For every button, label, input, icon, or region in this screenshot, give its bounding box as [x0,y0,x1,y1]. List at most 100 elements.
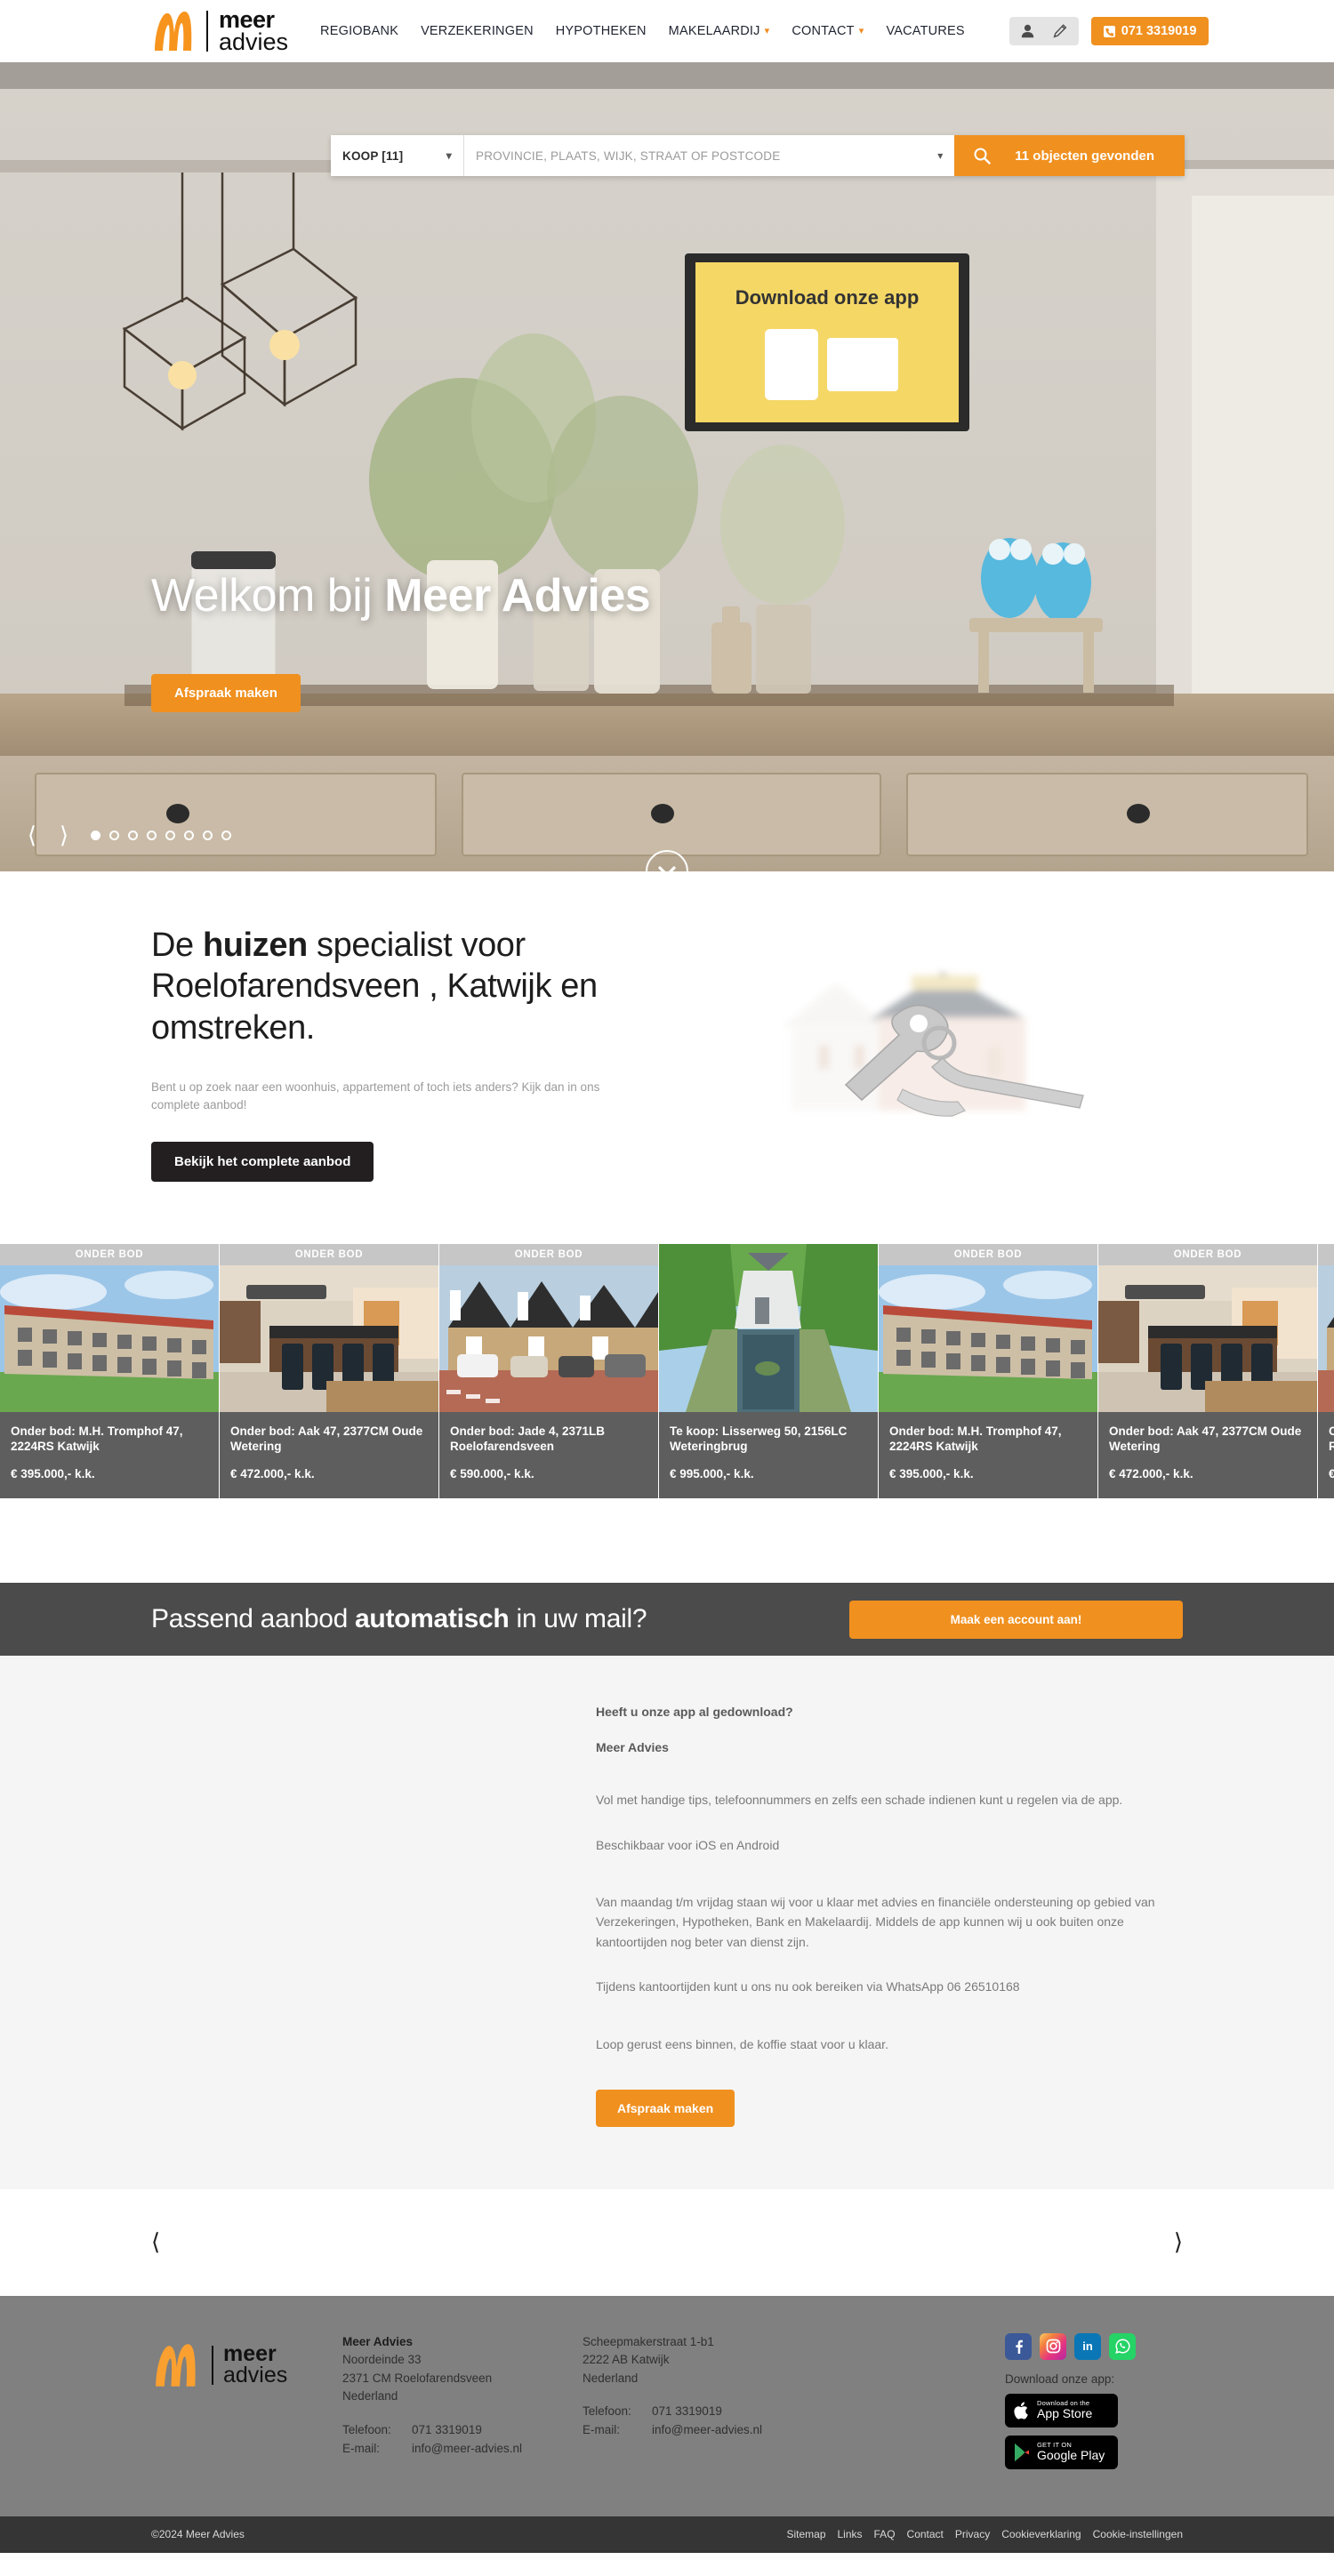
property-card[interactable]: ONDER BOD [220,1243,438,1499]
footer-social-downloads: in Download onze app: Download on the Ap… [1005,2332,1183,2477]
search-location-field[interactable]: ▾ [464,135,955,176]
logo-sub: advies [219,28,289,55]
office-phone-label: Telefoon: [583,2404,631,2419]
footer-bottom-bar: ©2024 Meer Advies Sitemap Links FAQ Cont… [0,2516,1334,2553]
property-price: € 472.000,- k.k. [230,1467,315,1481]
office-phone[interactable]: 071 3319019 [652,2403,722,2421]
cta-text-post: in uw mail? [509,1604,647,1634]
newsletter-cta-banner: Passend aanbod automatisch in uw mail? M… [0,1583,1334,1657]
nav-item-hypotheken[interactable]: HYPOTHEKEN [556,24,647,38]
property-card[interactable]: ONDER BOD [1098,1243,1317,1499]
property-card[interactable]: ONDER BOD [0,1243,219,1499]
hero-dot-6[interactable] [184,831,194,840]
office-email-label: E-mail: [342,2441,381,2455]
property-card[interactable]: Te koop: Lisserweg 50, 2156LC Weteringbr… [659,1243,878,1499]
office-email[interactable]: info@meer-advies.nl [652,2421,762,2440]
account-button[interactable] [1012,17,1044,45]
specialist-copy: De huizen specialist voor Roelofarendsve… [151,925,649,1182]
nav-item-vacatures[interactable]: VACATURES [886,24,964,38]
partners-prev-button[interactable]: ⟨ [151,2228,160,2256]
hero-dot-3[interactable] [128,831,138,840]
status-badge: ONDER BOD [220,1243,438,1265]
hero-title-bold: Meer Advies [384,570,651,622]
whatsapp-icon[interactable] [1109,2332,1136,2360]
google-play-button[interactable]: GET IT ON Google Play [1005,2435,1118,2469]
hero-dot-5[interactable] [165,831,175,840]
hero-dot-7[interactable] [203,831,213,840]
office-street: Noordeinde 33 [342,2353,422,2367]
hero-appointment-button[interactable]: Afspraak maken [151,674,301,712]
nav-item-regiobank[interactable]: REGIOBANK [320,24,398,38]
nav-label: MAKELAARDIJ [668,24,760,38]
house-keys-photo [765,938,1183,1125]
hero-dot-2[interactable] [109,831,119,840]
hero-carousel-controls: ⟨ ⟩ [16,822,231,849]
phone-icon [1103,25,1115,37]
nav-item-verzekeringen[interactable]: VERZEKERINGEN [421,24,534,38]
hero-prev-button[interactable]: ⟨ [16,822,48,849]
footer-link-cookie-instellingen[interactable]: Cookie-instellingen [1093,2528,1183,2540]
property-price: € 590.000,- k.k. [450,1467,534,1481]
status-badge: ONDER BOD [879,1243,1097,1265]
linkedin-icon[interactable]: in [1074,2332,1101,2360]
footer-link-faq[interactable]: FAQ [874,2528,896,2540]
search-type-select[interactable]: KOOP [11] ▾ [331,135,464,176]
property-info: Te koop: Lisserweg 50, 2156LC Weteringbr… [659,1411,878,1499]
instagram-icon[interactable] [1040,2332,1066,2360]
specialist-subtitle: Bent u op zoek naar een woonhuis, appart… [151,1080,600,1112]
site-footer: meer advies Meer Advies Noordeinde 33 23… [0,2295,1334,2516]
footer-link-sitemap[interactable]: Sitemap [786,2528,825,2540]
property-price: € 472.000,- k.k. [1109,1467,1193,1481]
page-root: meer advies REGIOBANK VERZEKERINGEN HYPO… [0,0,1334,2553]
property-photo [439,1264,658,1412]
property-title: Onder bod: Jade 4, 2371LB Roelofarendsve… [450,1424,606,1454]
search-submit-button[interactable]: 11 objecten gevonden [954,135,1185,176]
phone-button[interactable]: 071 3319019 [1090,17,1209,45]
app-appointment-button[interactable]: Afspraak maken [596,2089,735,2127]
specialist-title: De huizen specialist voor Roelofarendsve… [151,925,649,1048]
property-title: Onder bod: Aak 47, 2377CM Oude Wetering [1109,1424,1302,1454]
view-all-listings-button[interactable]: Bekijk het complete aanbod [151,1141,374,1182]
property-card[interactable]: ONDER BOD Onder bod: Jade 4, 2371LB Roel… [1318,1243,1334,1499]
search-input[interactable] [476,148,938,163]
facebook-icon[interactable] [1005,2332,1032,2360]
status-badge: ONDER BOD [1318,1243,1334,1265]
property-info: Onder bod: M.H. Tromphof 47, 2224RS Katw… [879,1411,1097,1499]
footer-link-contact[interactable]: Contact [907,2528,944,2540]
hero-carousel-dots [91,831,231,840]
property-cards-carousel[interactable]: ONDER BOD Onder bod: M.H. Tromphof 47, 2… [0,1243,1334,1499]
search-results-count: 11 objecten gevonden [1015,148,1154,164]
nav-item-makelaardij[interactable]: MAKELAARDIJ ▾ [669,24,770,38]
hero-dot-8[interactable] [221,831,231,840]
hero-dot-1[interactable] [91,831,100,840]
partners-next-button[interactable]: ⟩ [1174,2228,1183,2256]
office-country: Nederland [583,2371,639,2385]
hero-dot-4[interactable] [147,831,157,840]
office-phone[interactable]: 071 3319019 [412,2421,482,2440]
property-card[interactable]: ONDER BOD [439,1243,658,1499]
footer-office-katwijk: Scheepmakerstraat 1-b1 2222 AB Katwijk N… [583,2333,823,2440]
site-header: meer advies REGIOBANK VERZEKERINGEN HYPO… [0,0,1334,62]
app-paragraph-1: Vol met handige tips, telefoonnummers en… [596,1793,1123,1808]
hero-title-light: Welkom bij [151,570,385,622]
footer-link-cookieverklaring[interactable]: Cookieverklaring [1001,2528,1081,2540]
property-card[interactable]: ONDER BOD [879,1243,1097,1499]
app-heading: Heeft u onze app al gedownload? [596,1705,793,1720]
app-store-button[interactable]: Download on the App Store [1005,2393,1118,2428]
site-logo[interactable]: meer advies [151,5,288,57]
footer-link-links[interactable]: Links [838,2528,863,2540]
app-section-copy: Heeft u onze app al gedownload? Meer Adv… [596,1705,1183,2127]
property-info: Onder bod: Aak 47, 2377CM Oude Wetering … [220,1411,438,1499]
header-actions: 071 3319019 [1009,17,1209,45]
create-account-button[interactable]: Maak een account aan! [849,1600,1183,1639]
footer-logo[interactable]: meer advies [151,2333,342,2390]
footer-link-privacy[interactable]: Privacy [955,2528,990,2540]
specialist-title-bold: huizen [202,927,308,964]
nav-label: VACATURES [886,24,965,38]
nav-item-contact[interactable]: CONTACT ▾ [792,24,864,38]
hero-next-button[interactable]: ⟩ [48,822,80,849]
property-photo [220,1264,438,1412]
footer-logo-brand: meer [223,2340,277,2366]
office-email[interactable]: info@meer-advies.nl [412,2440,522,2459]
edit-button[interactable] [1044,17,1076,45]
